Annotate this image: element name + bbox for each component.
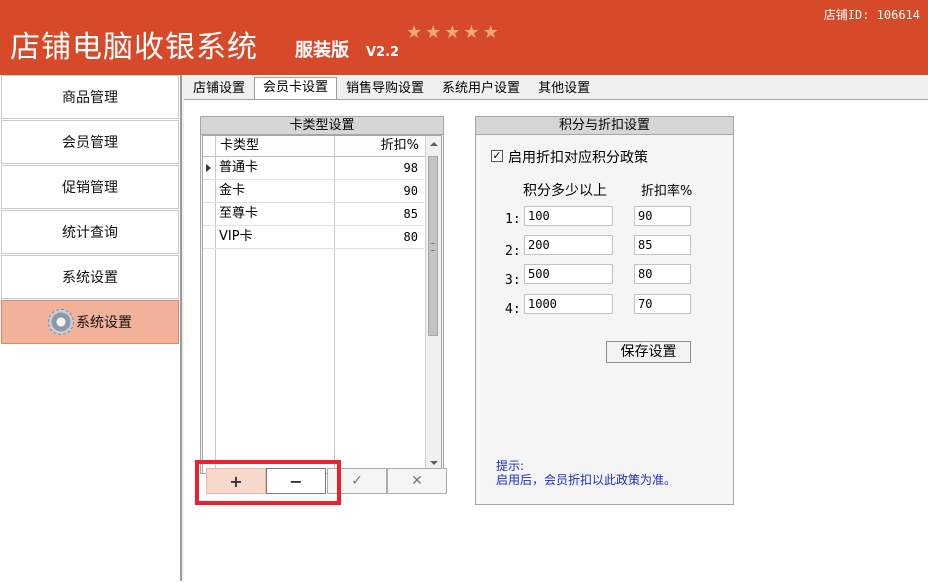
sidebar-item-system-settings-active[interactable]: 系统设置	[1, 300, 179, 344]
gear-icon	[48, 309, 74, 335]
sidebar-item-system-settings[interactable]: 系统设置	[1, 255, 179, 299]
column-header-points: 积分多少以上	[523, 183, 607, 199]
app-title: 店铺电脑收银系统	[10, 30, 258, 65]
discount-rate-input-4[interactable]: 70	[634, 294, 691, 314]
table-row[interactable]: VIP卡 80	[203, 226, 424, 249]
sidebar-item-label: 系统设置	[76, 315, 132, 331]
hint-title: 提示:	[496, 459, 525, 473]
sidebar: 商品管理 会员管理 促销管理 统计查询 系统设置 系统设置	[0, 75, 182, 581]
column-header-rate: 折扣率%	[641, 184, 693, 199]
star-icon: ★	[482, 22, 499, 43]
sidebar-item-promotions[interactable]: 促销管理	[1, 165, 179, 209]
confirm-card-type-button[interactable]: ✓	[327, 468, 387, 494]
sidebar-item-label: 商品管理	[62, 90, 118, 106]
points-threshold-input-4[interactable]: 1000	[524, 294, 613, 314]
scroll-thumb[interactable]	[428, 156, 438, 336]
enable-points-policy-checkbox[interactable]: ✓	[491, 150, 503, 162]
tab-bar: 店铺设置 会员卡设置 销售导购设置 系统用户设置 其他设置	[184, 77, 599, 101]
table-body: 普通卡 98 金卡 90 至尊卡 85 VIP卡 80	[203, 157, 439, 473]
enable-points-policy-label[interactable]: 启用折扣对应积分政策	[508, 147, 648, 167]
cell-discount[interactable]: 90	[404, 180, 418, 202]
discount-rate-input-3[interactable]: 80	[634, 264, 691, 284]
tab-system-user-settings[interactable]: 系统用户设置	[433, 78, 529, 100]
row-selector-icon	[206, 164, 211, 172]
hint-text: 启用后，会员折扣以此政策为准。	[496, 473, 677, 487]
table-row[interactable]: 金卡 90	[203, 180, 424, 203]
star-icon: ★	[463, 22, 480, 43]
scroll-up-icon[interactable]	[430, 142, 438, 146]
row-index: 4:	[505, 302, 521, 317]
table-header: 卡类型 折扣%	[203, 136, 439, 157]
star-icon: ★	[406, 22, 423, 43]
row-index: 2:	[505, 244, 521, 259]
store-id: 店铺ID: 106614	[823, 8, 920, 22]
rating-stars: ★ ★ ★ ★ ★	[406, 24, 499, 42]
table-row[interactable]: 普通卡 98	[203, 157, 424, 180]
star-icon: ★	[444, 22, 461, 43]
column-header-discount[interactable]: 折扣%	[381, 136, 419, 156]
discount-rate-input-2[interactable]: 85	[634, 235, 691, 255]
cell-discount[interactable]: 80	[404, 226, 418, 248]
cell-discount[interactable]: 98	[404, 157, 418, 179]
row-index: 3:	[505, 273, 521, 288]
card-type-group-title: 卡类型设置	[201, 117, 443, 135]
cell-card-type[interactable]: 至尊卡	[219, 203, 258, 225]
card-type-table: 卡类型 折扣% 普通卡 98 金卡 90 至尊卡 85 VIP卡 80	[202, 135, 442, 474]
column-header-card-type[interactable]: 卡类型	[220, 136, 259, 156]
close-icon: ✕	[411, 473, 423, 489]
cell-discount[interactable]: 85	[404, 203, 418, 225]
tab-other-settings[interactable]: 其他设置	[529, 78, 599, 100]
add-card-type-button[interactable]: +	[206, 468, 266, 494]
cell-card-type[interactable]: VIP卡	[219, 226, 253, 248]
remove-card-type-button[interactable]: −	[266, 468, 326, 494]
card-type-group: 卡类型设置 卡类型 折扣% 普通卡 98 金卡 90 至尊卡 85 VIP卡 8…	[200, 116, 444, 474]
sidebar-item-products[interactable]: 商品管理	[1, 75, 179, 119]
points-threshold-input-1[interactable]: 100	[524, 206, 613, 226]
sidebar-item-label: 系统设置	[62, 270, 118, 286]
points-discount-group-title: 积分与折扣设置	[476, 117, 733, 135]
cell-card-type[interactable]: 金卡	[219, 180, 245, 202]
row-index: 1:	[505, 212, 521, 227]
table-row[interactable]: 至尊卡 85	[203, 203, 424, 226]
check-icon: ✓	[351, 473, 363, 489]
tab-panel: 卡类型设置 卡类型 折扣% 普通卡 98 金卡 90 至尊卡 85 VIP卡 8…	[184, 99, 928, 582]
scroll-down-icon[interactable]	[430, 461, 438, 465]
plus-icon: +	[229, 471, 243, 491]
tab-sales-guide-settings[interactable]: 销售导购设置	[337, 78, 433, 100]
table-scrollbar[interactable]	[425, 136, 441, 471]
points-threshold-input-2[interactable]: 200	[524, 235, 613, 255]
app-edition: 服装版	[295, 40, 349, 61]
sidebar-item-label: 统计查询	[62, 225, 118, 241]
tab-store-settings[interactable]: 店铺设置	[184, 78, 254, 100]
points-threshold-input-3[interactable]: 500	[524, 264, 613, 284]
star-icon: ★	[425, 22, 442, 43]
main-area: 店铺设置 会员卡设置 销售导购设置 系统用户设置 其他设置 卡类型设置 卡类型 …	[182, 75, 928, 582]
points-discount-group: 积分与折扣设置 ✓ 启用折扣对应积分政策 积分多少以上 折扣率% 1: 100 …	[475, 116, 734, 505]
discount-rate-input-1[interactable]: 90	[634, 206, 691, 226]
sidebar-item-statistics[interactable]: 统计查询	[1, 210, 179, 254]
sidebar-item-members[interactable]: 会员管理	[1, 120, 179, 164]
sidebar-item-label: 会员管理	[62, 135, 118, 151]
cell-card-type[interactable]: 普通卡	[219, 157, 258, 179]
tab-member-card-settings[interactable]: 会员卡设置	[254, 77, 338, 101]
app-version: V2.2	[366, 45, 400, 60]
sidebar-item-label: 促销管理	[62, 180, 118, 196]
cancel-card-type-button[interactable]: ✕	[387, 468, 447, 494]
save-settings-button[interactable]: 保存设置	[606, 341, 691, 363]
app-header: 店铺电脑收银系统 服装版 V2.2 ★ ★ ★ ★ ★ 店铺ID: 106614	[0, 0, 928, 75]
minus-icon: −	[289, 471, 303, 491]
